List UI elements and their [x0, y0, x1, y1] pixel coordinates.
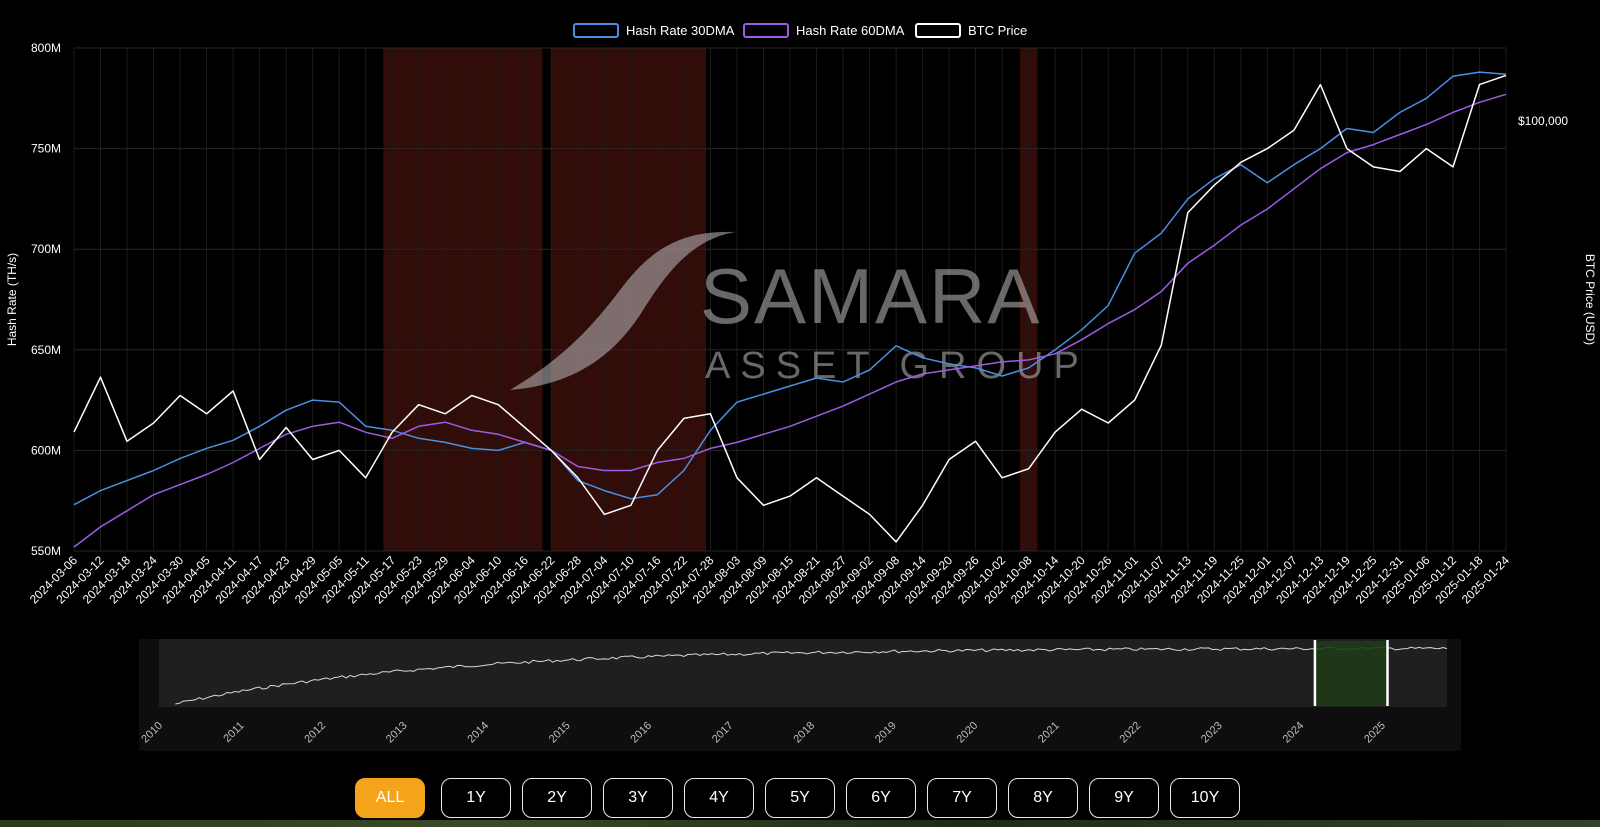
chart-legend: Hash Rate 30DMA Hash Rate 60DMA BTC Price [573, 23, 1027, 38]
range-button-9y[interactable]: 9Y [1089, 778, 1159, 818]
navigator-selection [1314, 641, 1388, 706]
y-left-tick-label: 550M [31, 544, 61, 558]
range-button-10y[interactable]: 10Y [1170, 778, 1240, 818]
y-left-axis-title: Hash Rate (TH/s) [5, 253, 19, 346]
legend-label: BTC Price [968, 23, 1027, 38]
legend-label: Hash Rate 30DMA [626, 23, 735, 38]
y-left-tick-label: 600M [31, 443, 61, 457]
y-left-tick-label: 800M [31, 41, 61, 55]
legend-swatch [573, 23, 619, 38]
chart-svg: 2024-03-062024-03-122024-03-182024-03-24… [5, 23, 1597, 751]
legend-label: Hash Rate 60DMA [796, 23, 905, 38]
range-navigator: 2010 2011 2012 2013 2014 2015 2016 2017 2018 2019… [139, 639, 1461, 751]
range-button-4y[interactable]: 4Y [684, 778, 754, 818]
range-button-7y[interactable]: 7Y [927, 778, 997, 818]
watermark-title: SAMARA [700, 252, 1041, 340]
hash-rate-chart: 2024-03-06 2024-03-12 2024-03-18 2024-03-24… [0, 0, 1600, 827]
range-button-6y[interactable]: 6Y [846, 778, 916, 818]
y-right-axis-title: BTC Price (USD) [1583, 254, 1597, 345]
range-button-5y[interactable]: 5Y [765, 778, 835, 818]
range-button-all[interactable]: ALL [355, 778, 425, 818]
y-left-tick-label: 650M [31, 343, 61, 357]
range-button-1y[interactable]: 1Y [441, 778, 511, 818]
legend-swatch [915, 23, 961, 38]
range-button-8y[interactable]: 8Y [1008, 778, 1078, 818]
background-strip [0, 820, 1600, 827]
shaded-range-0 [383, 48, 543, 551]
y-left-tick-label: 700M [31, 242, 61, 256]
y-right-tick-label: $100,000 [1518, 114, 1568, 128]
range-button-3y[interactable]: 3Y [603, 778, 673, 818]
range-selector: ALL 1Y 2Y 3Y 4Y 5Y 6Y 7Y 8Y 9Y 10Y [0, 778, 1600, 820]
range-button-2y[interactable]: 2Y [522, 778, 592, 818]
legend-swatch [743, 23, 789, 38]
y-left-tick-label: 750M [31, 142, 61, 156]
